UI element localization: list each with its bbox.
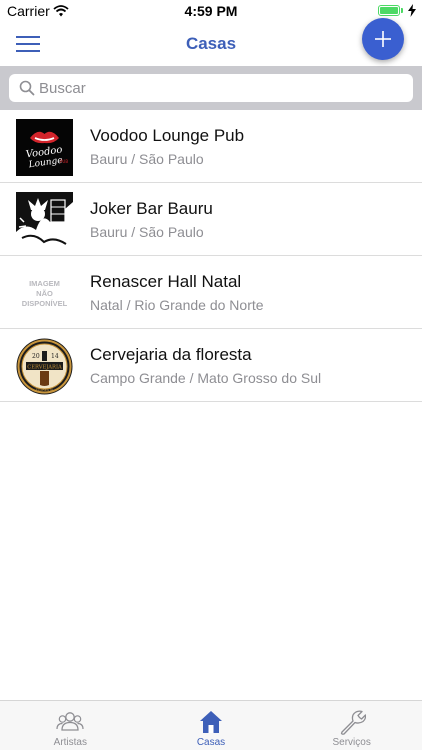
search-field[interactable] <box>9 74 413 102</box>
list-item-voodoo-lounge-pub[interactable]: Voodoo Lounge PUB Voodoo Lounge Pub Baur… <box>0 110 422 183</box>
people-icon <box>56 709 84 735</box>
place-location: Campo Grande / Mato Grosso do Sul <box>90 370 322 386</box>
place-location: Natal / Rio Grande do Norte <box>90 297 264 313</box>
svg-text:14: 14 <box>51 353 59 360</box>
charging-icon <box>408 4 416 20</box>
place-name: Renascer Hall Natal <box>90 272 242 291</box>
tab-servicos[interactable]: Serviços <box>281 701 422 750</box>
placeholder-line: NÃO <box>36 288 53 298</box>
search-input[interactable] <box>39 74 399 102</box>
svg-text:PUB: PUB <box>60 159 68 164</box>
place-location: Bauru / São Paulo <box>90 151 204 167</box>
tab-artistas[interactable]: Artistas <box>0 701 141 750</box>
voodoo-lounge-logo: Voodoo Lounge PUB <box>16 119 73 176</box>
status-bar: Carrier 4:59 PM <box>0 0 422 22</box>
place-name: Joker Bar Bauru <box>90 199 213 218</box>
battery-icon <box>378 5 400 16</box>
tab-bar: Artistas Casas Serviços <box>0 700 422 750</box>
placeholder-line: IMAGEM <box>29 278 60 288</box>
search-bar <box>0 66 422 110</box>
wrench-icon <box>338 709 366 735</box>
placeholder-line: DISPONÍVEL <box>21 298 68 308</box>
battery-cap <box>401 8 403 13</box>
place-name: Cervejaria da floresta <box>90 345 252 364</box>
house-icon <box>197 709 225 735</box>
tab-label: Serviços <box>332 737 371 748</box>
add-button[interactable] <box>362 18 404 60</box>
image-unavailable-placeholder: IMAGEM NÃO DISPONÍVEL <box>16 265 73 322</box>
place-location: Bauru / São Paulo <box>90 224 204 240</box>
page-title: Casas <box>185 34 237 53</box>
plus-icon <box>375 31 391 47</box>
tab-casas[interactable]: Casas <box>141 701 282 750</box>
svg-text:20: 20 <box>32 353 40 360</box>
places-list: Voodoo Lounge PUB Voodoo Lounge Pub Baur… <box>0 110 422 402</box>
image-unavailable-text: IMAGEM NÃO DISPONÍVEL <box>16 265 73 322</box>
place-name: Voodoo Lounge Pub <box>90 126 245 145</box>
cervejaria-floresta-logo: 20 14 CERVEJARIA FLORESTA <box>16 338 73 395</box>
list-item-renascer-hall-natal[interactable]: IMAGEM NÃO DISPONÍVEL Renascer Hall Nata… <box>0 256 422 329</box>
tab-label: Casas <box>196 737 226 748</box>
svg-text:FLORESTA: FLORESTA <box>36 388 54 392</box>
status-time: 4:59 PM <box>184 3 238 19</box>
joker-bar-logo <box>16 192 73 249</box>
battery-level <box>380 7 398 14</box>
search-icon <box>19 80 35 96</box>
tab-label: Artistas <box>53 737 87 748</box>
list-item-joker-bar-bauru[interactable]: Joker Bar Bauru Bauru / São Paulo <box>0 183 422 256</box>
navigation-bar: Casas <box>0 22 422 66</box>
hamburger-menu-icon[interactable] <box>16 34 40 54</box>
svg-text:CERVEJARIA: CERVEJARIA <box>27 364 62 370</box>
list-item-cervejaria-da-floresta[interactable]: 20 14 CERVEJARIA FLORESTA Cervejaria da … <box>0 329 422 402</box>
